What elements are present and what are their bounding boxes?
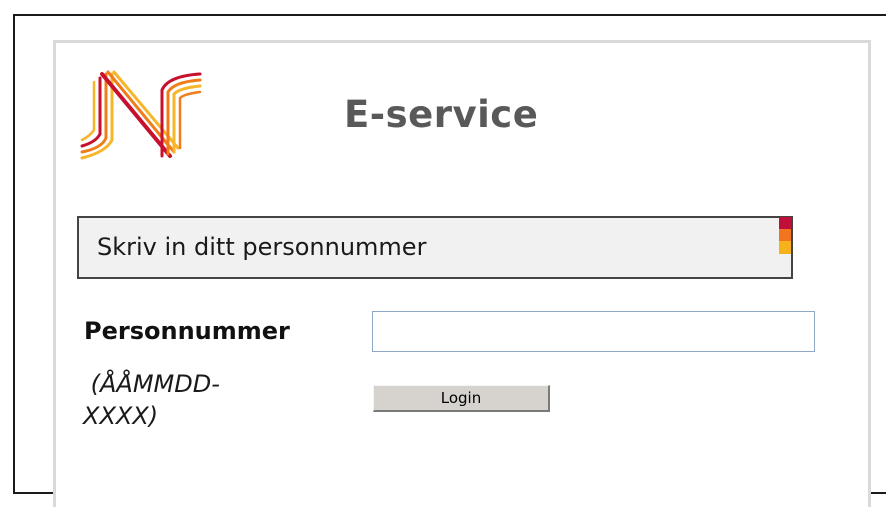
instruction-box: Skriv in ditt personnummer (77, 216, 793, 279)
norrland-n-logo-icon (80, 70, 202, 160)
personnummer-label: Personnummer (84, 317, 290, 345)
accent-stripe-red (779, 217, 791, 229)
accent-stripe-yellow (779, 241, 791, 254)
personnummer-input[interactable] (372, 311, 815, 352)
personnummer-format-hint: (ÅÅMMDD- XXXX) (83, 370, 220, 430)
accent-stripe-orange (779, 229, 791, 241)
login-button[interactable]: Login (373, 385, 550, 412)
page-title: E-service (344, 93, 539, 136)
instruction-text: Skriv in ditt personnummer (97, 233, 427, 261)
